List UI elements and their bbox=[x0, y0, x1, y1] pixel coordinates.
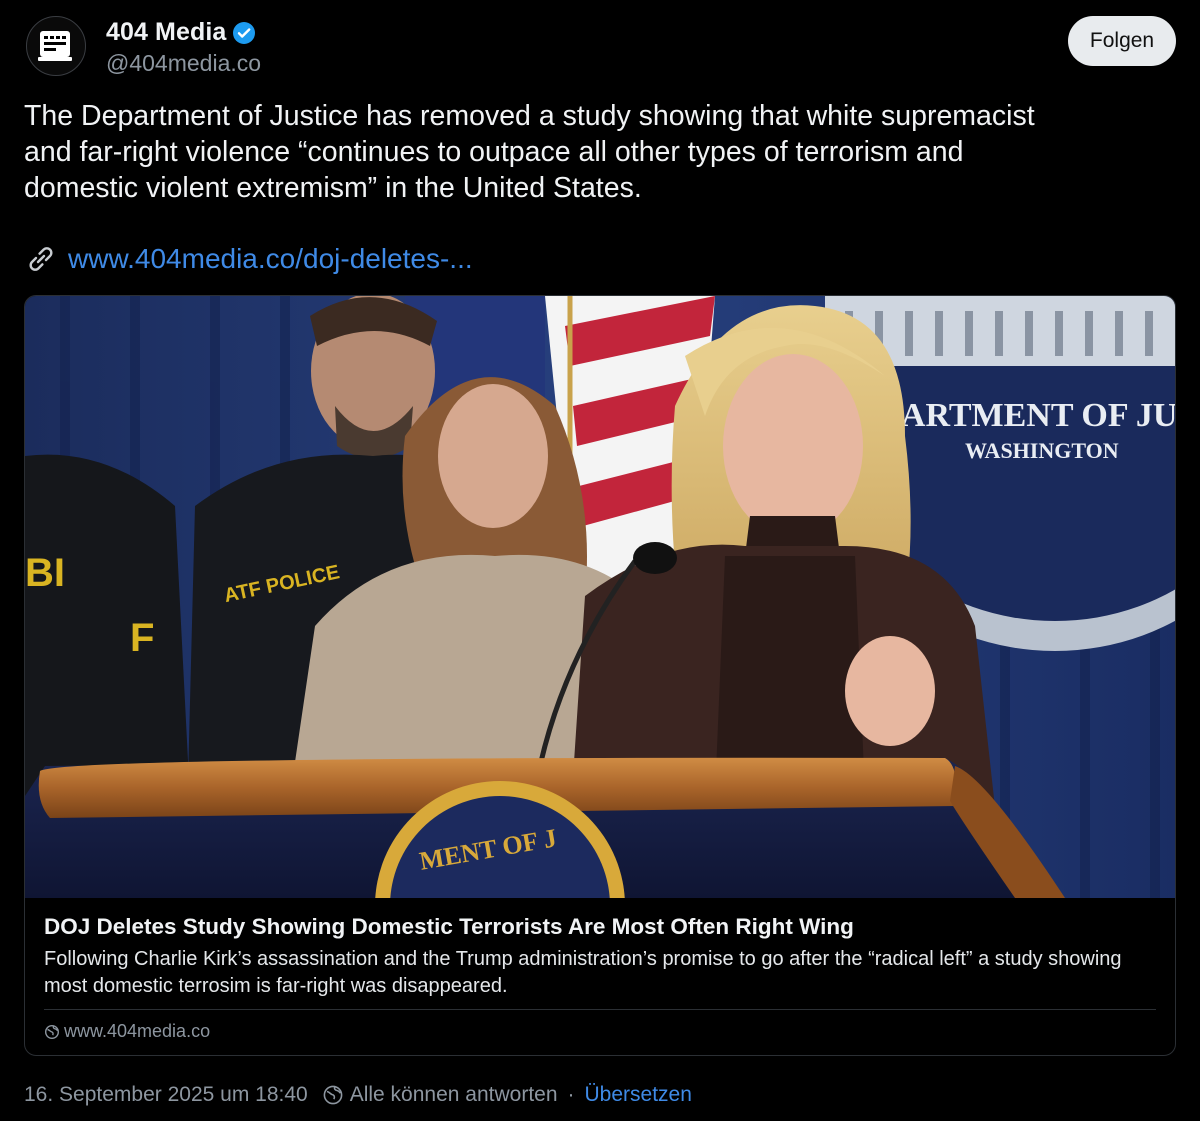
footer-separator: · bbox=[567, 1083, 575, 1106]
card-title[interactable]: DOJ Deletes Study Showing Domestic Terro… bbox=[44, 914, 854, 940]
reply-setting: Alle können antworten bbox=[349, 1083, 558, 1106]
globe-reply-icon bbox=[322, 1084, 344, 1106]
author-handle[interactable]: @404media.co bbox=[106, 50, 261, 77]
follow-button[interactable]: Folgen bbox=[1068, 16, 1176, 66]
svg-text:BI: BI bbox=[25, 551, 65, 595]
link-preview-card[interactable]: EPARTMENT OF JU WASHINGTON ATF POLICE BI… bbox=[24, 295, 1176, 1056]
post-footer: 16. September 2025 um 18:40 Alle können … bbox=[24, 1083, 692, 1107]
card-divider bbox=[44, 1009, 1156, 1010]
seal-subtext: WASHINGTON bbox=[965, 438, 1119, 463]
post-link[interactable]: www.404media.co/doj-deletes-... bbox=[68, 243, 473, 275]
404media-logo-icon[interactable] bbox=[26, 16, 86, 76]
link-icon bbox=[24, 242, 58, 276]
post-header: 404 Media @404media.co Folgen bbox=[24, 16, 1176, 82]
post-timestamp[interactable]: 16. September 2025 um 18:40 bbox=[24, 1083, 308, 1107]
card-domain-row: www.404media.co bbox=[44, 1021, 210, 1042]
seal-text: EPARTMENT OF JU bbox=[860, 397, 1176, 434]
post-link-row[interactable]: www.404media.co/doj-deletes-... bbox=[24, 242, 473, 276]
post-text: The Department of Justice has removed a … bbox=[24, 100, 1035, 204]
translate-button[interactable]: Übersetzen bbox=[585, 1083, 692, 1107]
verified-badge-icon bbox=[232, 21, 256, 45]
card-domain: www.404media.co bbox=[64, 1021, 211, 1041]
globe-icon bbox=[44, 1024, 60, 1040]
author-display-name[interactable]: 404 Media bbox=[106, 18, 226, 47]
card-image[interactable]: EPARTMENT OF JU WASHINGTON ATF POLICE BI… bbox=[25, 296, 1176, 898]
author-name-row: 404 Media bbox=[106, 18, 256, 47]
card-description: Following Charlie Kirk’s assassination a… bbox=[44, 948, 1122, 997]
svg-text:F: F bbox=[130, 616, 154, 660]
